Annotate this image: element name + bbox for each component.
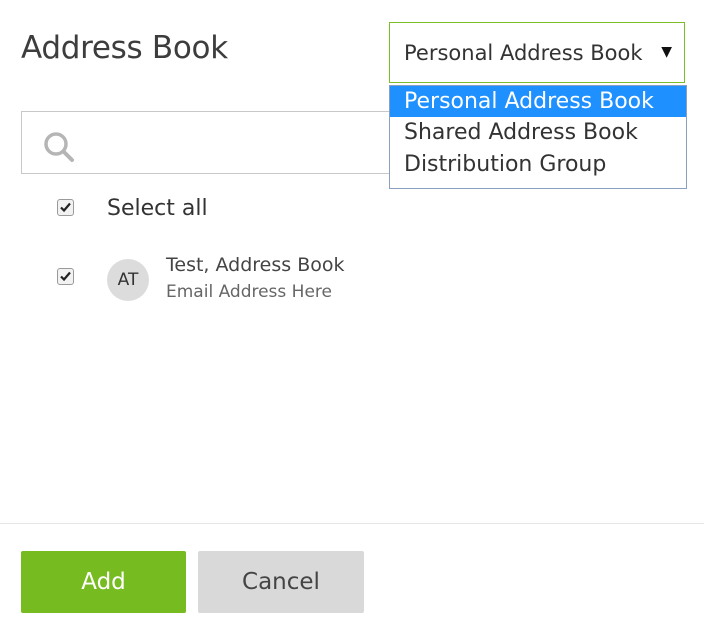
option-distribution-group[interactable]: Distribution Group — [390, 149, 686, 181]
select-all-checkbox[interactable] — [57, 199, 74, 216]
search-icon — [42, 130, 76, 164]
address-book-select[interactable]: Personal Address Book ▼ — [389, 22, 685, 83]
address-book-options-list: Personal Address Book Shared Address Boo… — [389, 85, 687, 189]
dialog-title: Address Book — [21, 30, 228, 66]
contact-email: Email Address Here — [166, 282, 332, 302]
contact-checkbox[interactable] — [57, 268, 74, 285]
option-personal-address-book[interactable]: Personal Address Book — [390, 86, 686, 117]
caret-down-icon: ▼ — [661, 44, 672, 60]
option-shared-address-book[interactable]: Shared Address Book — [390, 117, 686, 149]
checkmark-icon — [60, 271, 71, 282]
cancel-button[interactable]: Cancel — [198, 551, 364, 613]
checkmark-icon — [60, 202, 71, 213]
address-book-select-value: Personal Address Book — [404, 41, 643, 65]
footer-divider — [0, 523, 704, 524]
search-input[interactable] — [92, 122, 396, 164]
add-button[interactable]: Add — [21, 551, 186, 613]
contact-name: Test, Address Book — [166, 254, 345, 276]
select-all-label: Select all — [107, 196, 208, 221]
avatar: AT — [107, 259, 149, 301]
